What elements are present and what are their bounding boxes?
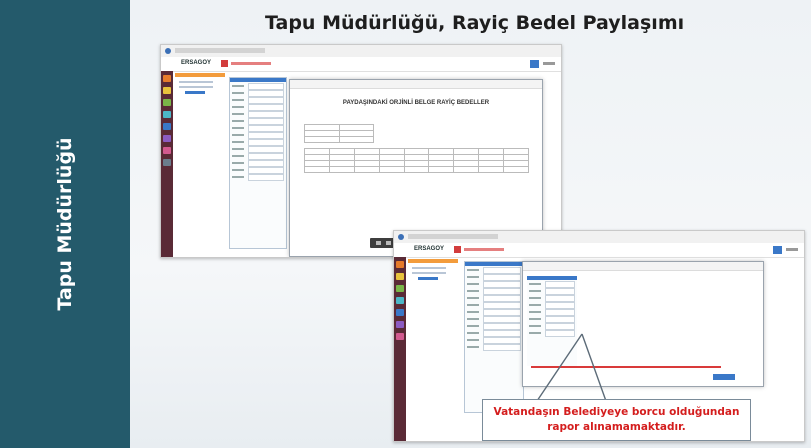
callout-arrows bbox=[536, 333, 607, 402]
arrow-line-left bbox=[536, 333, 583, 402]
warning-callout: Vatandaşın Belediyeye borcu olduğundan r… bbox=[482, 399, 751, 441]
arrow-line-right bbox=[581, 333, 607, 402]
callout-line-2: rapor alınamamaktadır. bbox=[547, 421, 686, 433]
callout-line-1: Vatandaşın Belediyeye borcu olduğundan bbox=[493, 406, 740, 418]
